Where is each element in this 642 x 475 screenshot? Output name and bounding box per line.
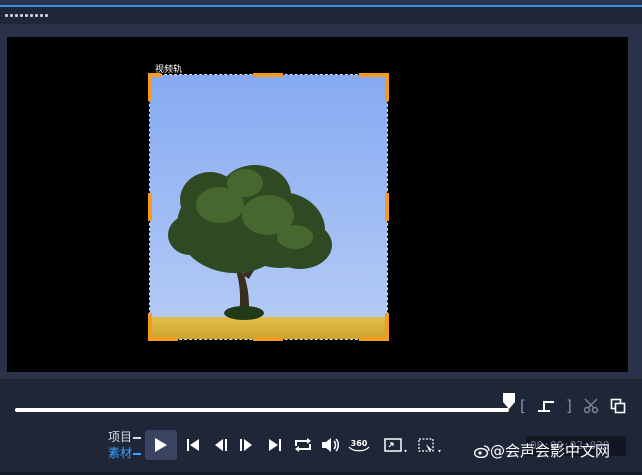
top-accent-bar — [0, 0, 642, 7]
mode-project-label: 项目 — [108, 430, 133, 444]
repeat-icon — [295, 438, 311, 452]
play-button[interactable] — [145, 430, 177, 460]
aspect-ratio-icon — [384, 438, 407, 453]
svg-text:360: 360 — [351, 439, 368, 448]
resize-handle-bottom-right-v[interactable] — [385, 313, 389, 341]
mode-project[interactable]: 项目 — [108, 429, 142, 445]
trim-icon[interactable] — [535, 398, 557, 414]
frame-back-button[interactable] — [212, 436, 230, 454]
resize-handle-bottom-left[interactable] — [148, 337, 178, 341]
play-icon — [155, 438, 167, 452]
mark-out-icon[interactable]: ] — [566, 397, 572, 415]
mode-clip-label: 素材 — [108, 446, 133, 460]
crop-select-button[interactable] — [417, 436, 445, 456]
frame-back-icon — [215, 439, 227, 451]
crop-select-icon — [418, 438, 441, 453]
resize-handle-bottom-left-v[interactable] — [148, 313, 152, 341]
scrubber-thumb[interactable] — [502, 392, 516, 410]
360-view-icon: 360 — [348, 439, 370, 452]
scrubber-track[interactable] — [15, 408, 509, 412]
360-view-button[interactable]: 360 — [347, 436, 371, 454]
resize-handle-right[interactable] — [385, 193, 389, 221]
resize-handle-left[interactable] — [148, 193, 152, 221]
watermark-text: @会声会影中文网 — [490, 442, 611, 460]
skip-end-button[interactable] — [266, 436, 284, 454]
panel-grip-handle[interactable] — [5, 14, 49, 18]
skip-start-icon — [187, 439, 199, 451]
watermark: @会声会影中文网 — [473, 440, 611, 461]
weibo-icon — [473, 445, 490, 459]
frame-forward-icon — [240, 439, 252, 451]
resize-handle-bottom[interactable] — [253, 337, 283, 341]
volume-icon — [322, 438, 339, 452]
scissors-icon[interactable] — [583, 398, 601, 414]
tree-image — [150, 75, 387, 339]
resize-handle-top-left-v[interactable] — [148, 73, 152, 101]
resize-handle-top[interactable] — [253, 73, 283, 77]
resize-handle-top-right-v[interactable] — [385, 73, 389, 101]
skip-start-button[interactable] — [184, 436, 202, 454]
copy-icon[interactable] — [609, 398, 627, 414]
aspect-ratio-button[interactable] — [383, 436, 411, 456]
mark-in-icon[interactable]: [ — [520, 397, 526, 415]
frame-forward-button[interactable] — [237, 436, 255, 454]
mode-clip[interactable]: 素材 — [108, 445, 142, 461]
volume-button[interactable] — [320, 436, 342, 454]
repeat-button[interactable] — [292, 436, 314, 454]
skip-end-icon — [269, 439, 281, 451]
mode-switch[interactable]: 项目 素材 — [108, 429, 142, 461]
video-clip-overlay[interactable] — [149, 74, 388, 340]
